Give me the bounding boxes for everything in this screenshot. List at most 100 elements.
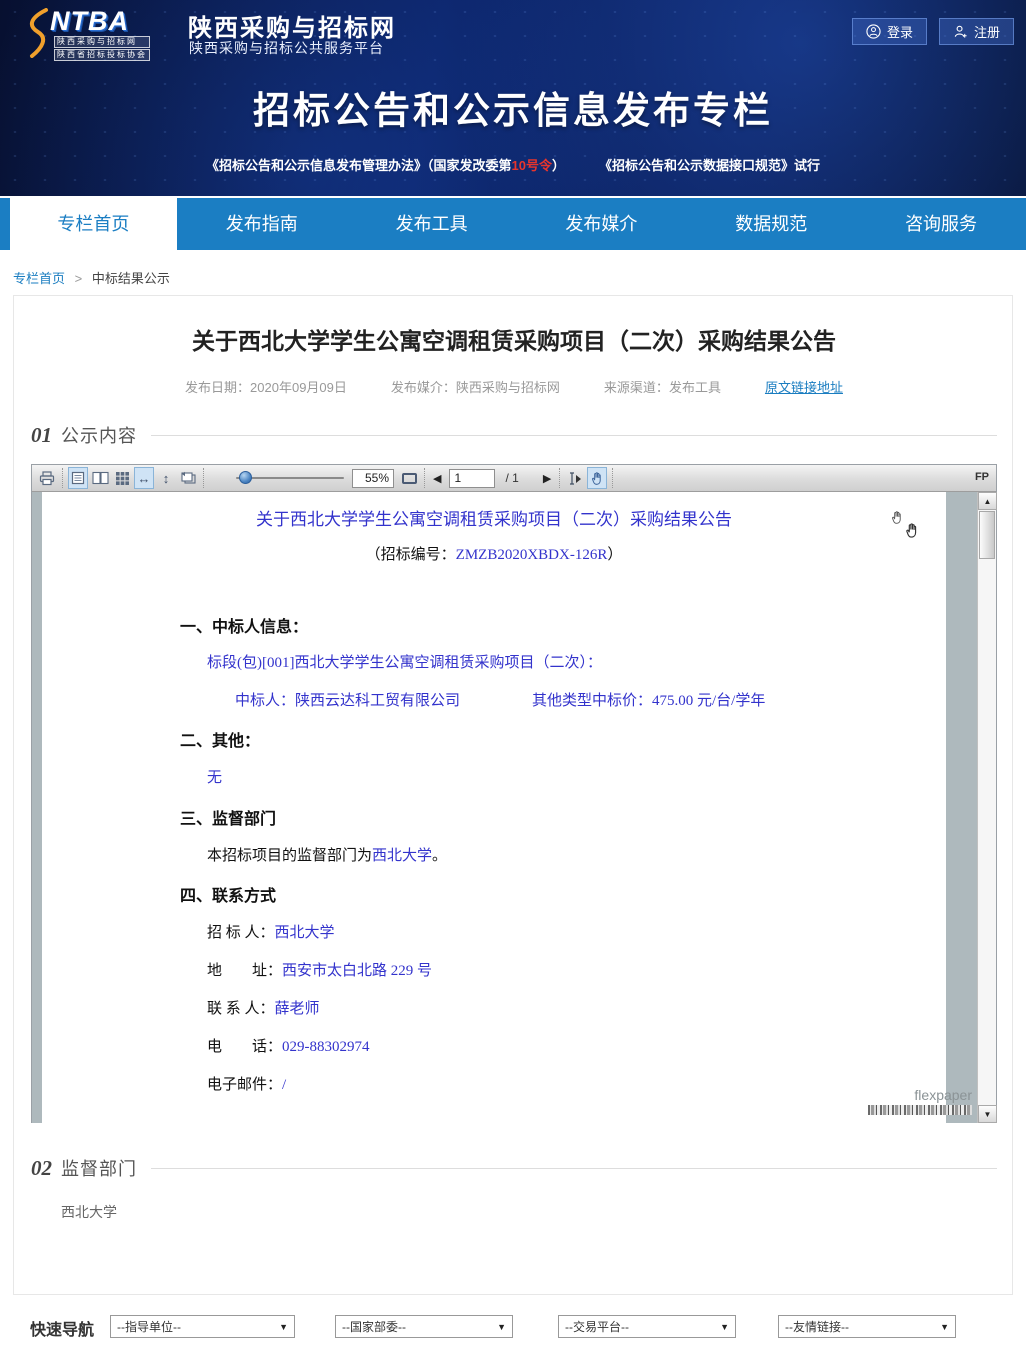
tab-publish-tool[interactable]: 发布工具 xyxy=(347,198,517,250)
dropdown-friendly-links[interactable]: --友情链接--▼ xyxy=(778,1315,956,1338)
banner-link1-red: 10号令 xyxy=(512,158,552,173)
hand-cursor-icon xyxy=(904,522,921,539)
zoom-slider-knob[interactable] xyxy=(239,471,252,484)
doc-ref-line: （招标编号：ZMZB2020XBDX-126R） xyxy=(42,543,946,564)
prev-page-icon[interactable]: ◀ xyxy=(429,472,445,485)
scrollbar-thumb[interactable] xyxy=(979,511,995,559)
banner-link-measures[interactable]: 《招标公告和公示信息发布管理办法》（国家发改委第10号令） xyxy=(206,155,565,174)
doc-supervise-post: 。 xyxy=(432,848,447,864)
contact-value: / xyxy=(282,1077,286,1093)
content-card: 关于西北大学学生公寓空调租赁采购项目（二次）采购结果公告 发布日期：2020年0… xyxy=(13,295,1013,1295)
flexpaper-watermark: flexpaper xyxy=(868,1087,972,1115)
tab-consult-service[interactable]: 咨询服务 xyxy=(856,198,1026,250)
contact-label: 电 话： xyxy=(207,1039,282,1055)
breadcrumb-separator: > xyxy=(75,271,83,286)
dropdown-value: --指导单位-- xyxy=(117,1318,181,1335)
meta-media-label: 发布媒介： xyxy=(391,380,456,395)
fit-width-icon[interactable]: ↔ xyxy=(134,467,154,489)
dropdown-state-ministries[interactable]: --国家部委--▼ xyxy=(335,1315,513,1338)
tab-publish-guide[interactable]: 发布指南 xyxy=(177,198,347,250)
page-number-input[interactable]: 1 xyxy=(449,469,495,488)
login-label: 登录 xyxy=(887,22,913,41)
article-meta: 发布日期：2020年09月09日 发布媒介：陕西采购与招标网 来源渠道：发布工具… xyxy=(14,377,1014,396)
contact-label: 联 系 人： xyxy=(207,1001,275,1017)
fullscreen-icon[interactable] xyxy=(399,467,419,489)
scroll-up-icon[interactable]: ▲ xyxy=(978,492,997,510)
breadcrumb: 专栏首页 > 中标结果公示 xyxy=(13,268,170,287)
tab-column-home[interactable]: 专栏首页 xyxy=(10,198,177,250)
viewer-scrollbar[interactable]: ▲ ▼ xyxy=(977,492,996,1123)
dropdown-value: --交易平台-- xyxy=(565,1318,629,1335)
doc-ref-code: ZMZB2020XBDX-126R xyxy=(456,547,608,563)
flexpaper-watermark-text: flexpaper xyxy=(868,1087,972,1103)
login-button[interactable]: 登录 xyxy=(852,18,927,45)
person-circle-icon xyxy=(866,24,881,39)
print-icon[interactable] xyxy=(37,467,57,489)
person-plus-icon xyxy=(953,24,968,39)
doc-heading-3: 三、监督部门 xyxy=(180,805,276,829)
section2-heading: 02 监督部门 xyxy=(31,1155,997,1181)
tab-data-standard[interactable]: 数据规范 xyxy=(686,198,856,250)
contact-label: 招 标 人： xyxy=(207,925,275,941)
meta-source-value: 发布工具 xyxy=(669,380,721,395)
site-subtitle: 陕西采购与招标公共服务平台 xyxy=(189,38,384,58)
section2-divider xyxy=(151,1168,997,1169)
viewer-toolbar: ↔ ↕ 55% ◀ 1 / 1 ▶ FP xyxy=(32,465,996,492)
section2-number: 02 xyxy=(31,1156,52,1181)
doc-lot-line: 标段(包)[001]西北大学学生公寓空调租赁采购项目（二次）： xyxy=(207,651,602,672)
doc-ref-label: （招标编号： xyxy=(366,547,456,563)
document-page: 关于西北大学学生公寓空调租赁采购项目（二次）采购结果公告 （招标编号：ZMZB2… xyxy=(42,492,946,1123)
toolbar-separator xyxy=(559,468,560,488)
chevron-down-icon: ▼ xyxy=(940,1322,949,1332)
hand-tool-icon[interactable] xyxy=(587,467,607,489)
doc-contact-row: 电子邮件：/ xyxy=(207,1073,286,1094)
thumbnail-view-icon[interactable] xyxy=(112,467,132,489)
dropdown-guide-units[interactable]: --指导单位--▼ xyxy=(110,1315,295,1338)
doc-contact-row: 联 系 人：薛老师 xyxy=(207,997,320,1018)
toolbar-separator xyxy=(424,468,425,488)
flexpaper-fp-badge: FP xyxy=(975,471,989,483)
hand-cursor-icon xyxy=(890,510,905,525)
toolbar-separator xyxy=(612,468,613,488)
register-button[interactable]: 注册 xyxy=(939,18,1014,45)
scroll-down-icon[interactable]: ▼ xyxy=(978,1105,997,1123)
single-page-view-icon[interactable] xyxy=(68,467,88,489)
doc-heading-1: 一、中标人信息： xyxy=(180,613,308,637)
doc-supervise-line: 本招标项目的监督部门为西北大学。 xyxy=(207,844,447,865)
breadcrumb-home-link[interactable]: 专栏首页 xyxy=(13,271,65,286)
doc-heading-4: 四、联系方式 xyxy=(180,882,276,906)
contact-value: 薛老师 xyxy=(275,1001,320,1017)
logo-caption-2: 陕西省招标投标协会 xyxy=(54,49,150,61)
dropdown-trading-platforms[interactable]: --交易平台--▼ xyxy=(558,1315,736,1338)
breadcrumb-current: 中标结果公示 xyxy=(92,271,170,286)
register-label: 注册 xyxy=(974,22,1000,41)
original-link[interactable]: 原文链接地址 xyxy=(765,377,843,396)
banner-link1-post: ） xyxy=(552,158,565,173)
main-nav: 专栏首页 发布指南 发布工具 发布媒介 数据规范 咨询服务 xyxy=(0,198,1026,250)
fit-height-icon[interactable]: ↕ xyxy=(156,467,176,489)
contact-value: 西北大学 xyxy=(275,925,335,941)
logo-swoosh-icon xyxy=(26,8,52,58)
site-logo[interactable]: NTBA 陕西采购与招标网 陕西省招标投标协会 xyxy=(28,6,178,58)
text-select-tool-icon[interactable] xyxy=(565,467,585,489)
two-page-view-icon[interactable] xyxy=(90,467,110,489)
section1-number: 01 xyxy=(31,423,52,448)
doc-contact-row: 招 标 人：西北大学 xyxy=(207,921,335,942)
viewer-content: 关于西北大学学生公寓空调租赁采购项目（二次）采购结果公告 （招标编号：ZMZB2… xyxy=(32,492,996,1123)
logo-caption-1: 陕西采购与招标网 xyxy=(54,36,150,48)
flip-view-icon[interactable] xyxy=(178,467,198,489)
zoom-level-input[interactable]: 55% xyxy=(352,469,394,488)
toolbar-separator xyxy=(62,468,63,488)
doc-supervise-pre: 本招标项目的监督部门为 xyxy=(207,848,372,864)
next-page-icon[interactable]: ▶ xyxy=(539,472,555,485)
meta-date-value: 2020年09月09日 xyxy=(250,380,347,395)
doc-winner-label: 中标人： xyxy=(235,693,295,709)
quick-nav-label: 快速导航 xyxy=(30,1316,94,1340)
zoom-slider[interactable] xyxy=(236,468,344,488)
banner-link-spec[interactable]: 《招标公告和公示数据接口规范》试行 xyxy=(599,155,820,174)
tab-publish-media[interactable]: 发布媒介 xyxy=(517,198,687,250)
contact-value: 029-88302974 xyxy=(282,1039,370,1055)
doc-heading-2: 二、其他： xyxy=(180,727,260,751)
banner-title: 招标公告和公示信息发布专栏 xyxy=(0,80,1026,134)
banner-link1-pre: 《招标公告和公示信息发布管理办法》（国家发改委第 xyxy=(206,158,512,173)
